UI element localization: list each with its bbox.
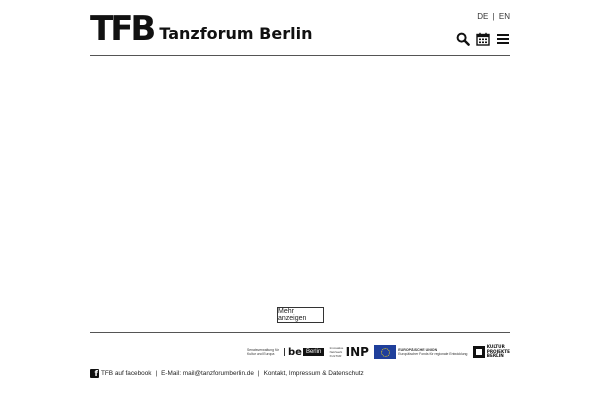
kulturprojekte-text: KULTUR PROJEKTE BERLIN xyxy=(486,344,510,359)
kultur-line-3: BERLIN xyxy=(486,353,504,359)
sponsor-inp[interactable]: Innovative Netzwerk KULTUR INP xyxy=(330,343,369,361)
show-more-button[interactable]: Mehr anzeigen xyxy=(277,307,324,323)
calendar-icon[interactable] xyxy=(476,32,490,46)
facebook-link[interactable]: TFB auf facebook xyxy=(101,370,151,377)
inp-subtitle: Innovative Netzwerk KULTUR xyxy=(329,346,344,358)
sponsor-logos: Senatsverwaltung für Kultur und Europa b… xyxy=(247,342,510,362)
site-logo[interactable]: TFB Tanzforum Berlin xyxy=(90,12,312,46)
be-berlin-logo: be Berlin xyxy=(288,346,325,358)
footer-links: f TFB auf facebook | E-Mail: mail@tanzfo… xyxy=(90,369,364,378)
senat-text: Senatsverwaltung für Kultur und Europa xyxy=(247,348,285,356)
lang-separator: | xyxy=(492,12,495,21)
eu-flag-icon xyxy=(374,345,397,359)
kulturprojekte-square-icon xyxy=(472,346,485,358)
search-icon[interactable] xyxy=(456,32,470,46)
footer-separator: | xyxy=(155,370,158,377)
berlin-text: Berlin xyxy=(302,348,325,356)
eu-text: EUROPÄISCHE UNION Europäischer Fonds für… xyxy=(398,348,467,356)
language-switcher: DE | EN xyxy=(477,12,510,21)
lang-en-link[interactable]: EN xyxy=(499,12,510,21)
lang-de-link[interactable]: DE xyxy=(477,12,488,21)
facebook-icon[interactable]: f xyxy=(90,369,99,378)
site-name[interactable]: Tanzforum Berlin xyxy=(159,24,312,44)
logo-mark[interactable]: TFB xyxy=(90,12,156,46)
menu-icon[interactable] xyxy=(496,32,510,46)
email-link[interactable]: E-Mail: mail@tanzforumberlin.de xyxy=(161,370,254,377)
footer-separator: | xyxy=(257,370,260,377)
inp-logo: INP xyxy=(345,345,369,359)
sponsor-kulturprojekte[interactable]: KULTUR PROJEKTE BERLIN xyxy=(472,343,510,361)
site-header: TFB Tanzforum Berlin DE | EN xyxy=(90,8,510,56)
sponsor-eu[interactable]: EUROPÄISCHE UNION Europäischer Fonds für… xyxy=(374,343,467,361)
sponsor-senat-be-berlin[interactable]: Senatsverwaltung für Kultur und Europa b… xyxy=(247,343,325,361)
footer-divider xyxy=(90,332,510,333)
contact-link[interactable]: Kontakt, Impressum & Datenschutz xyxy=(264,370,364,377)
header-divider xyxy=(90,55,510,56)
eu-subheading: Europäischer Fonds für regionale Entwick… xyxy=(398,352,468,356)
be-text: be xyxy=(288,346,302,358)
header-icons xyxy=(456,32,510,46)
